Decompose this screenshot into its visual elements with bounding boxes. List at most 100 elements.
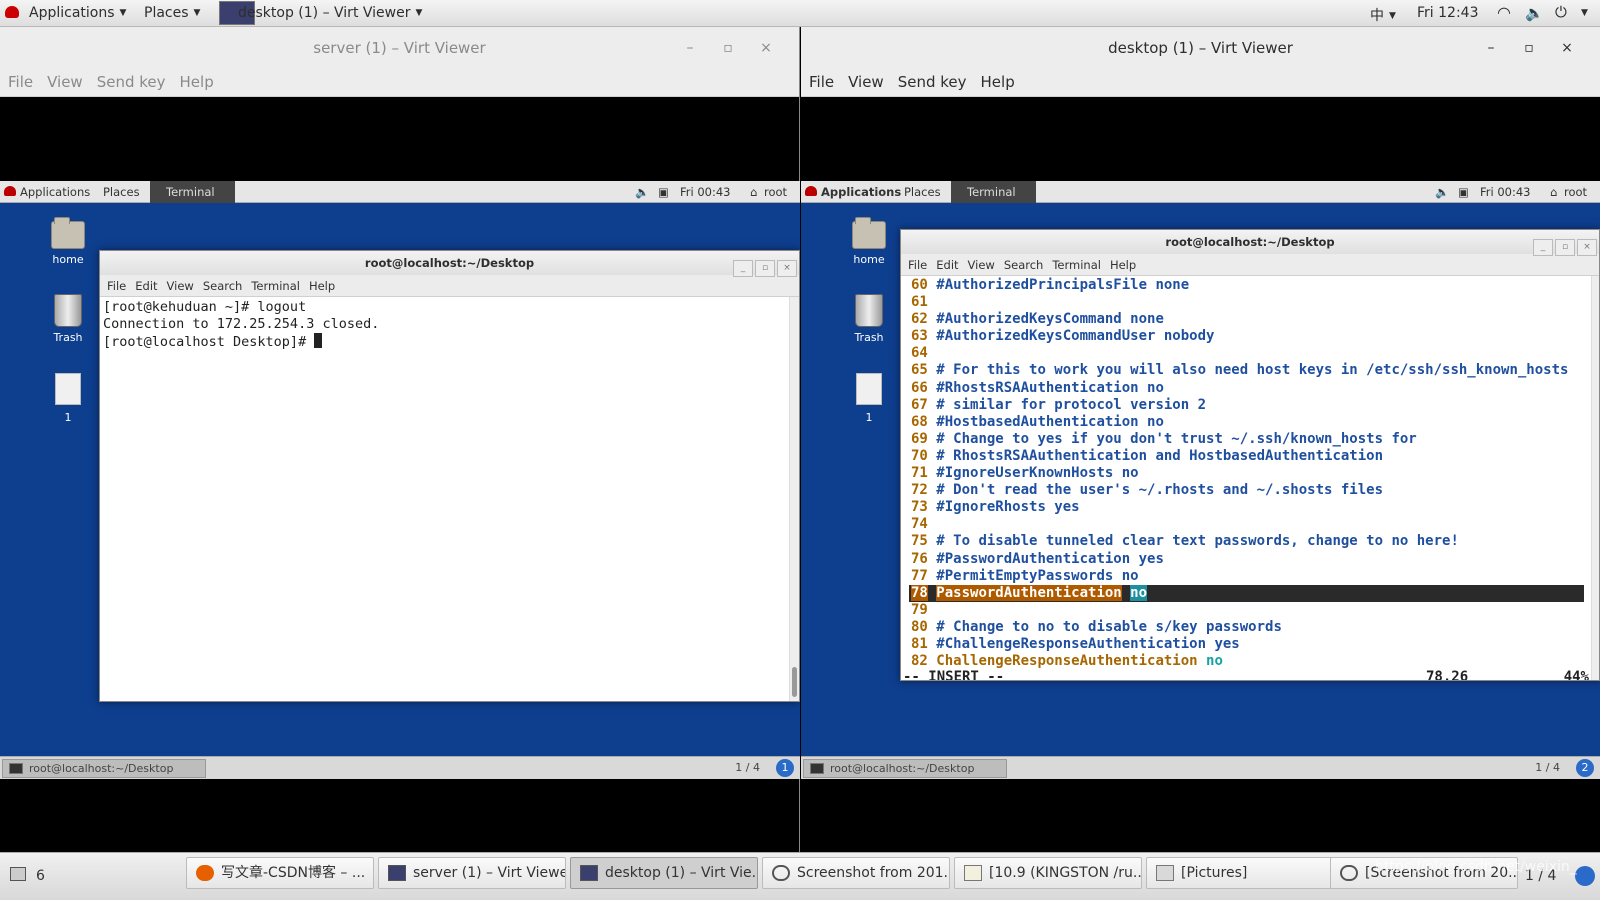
vim-line[interactable]: 76 #PasswordAuthentication yes [911,551,1599,568]
guest-applications-menu[interactable]: Applications [20,185,90,199]
minimize-button[interactable]: _ [733,260,753,277]
taskbar-server-viewer[interactable]: server (1) – Virt Viewer [378,857,566,889]
menu-help[interactable]: Help [1110,258,1136,272]
vim-line[interactable]: 75 # To disable tunneled clear text pass… [911,533,1599,550]
vim-line[interactable]: 69 # Change to yes if you don't trust ~/… [911,431,1599,448]
vim-line[interactable]: 64 [911,345,1599,362]
close-button[interactable]: × [747,27,785,69]
places-menu[interactable]: Places ▼ [144,5,200,21]
desktop-icon-home[interactable]: home [839,217,899,266]
minimize-button[interactable]: – [671,27,709,69]
desktop-icon-file[interactable]: 1 [38,373,98,424]
applications-menu[interactable]: Applications ▼ [29,5,126,21]
close-button[interactable]: × [1548,27,1586,69]
menu-help[interactable]: Help [981,69,1015,95]
notification-icon[interactable] [1575,866,1595,886]
vim-line[interactable]: 63 #AuthorizedKeysCommandUser nobody [911,328,1599,345]
maximize-button[interactable]: ▫ [709,27,747,69]
vim-line[interactable]: 68 #HostbasedAuthentication no [911,414,1599,431]
wifi-icon[interactable]: ◠ [1497,3,1511,22]
menu-help[interactable]: Help [180,69,214,95]
menu-view[interactable]: View [167,279,194,293]
maximize-button[interactable]: ▫ [1510,27,1548,69]
menu-edit[interactable]: Edit [936,258,958,272]
vim-line[interactable]: 77 #PermitEmptyPasswords no [911,568,1599,585]
taskbar-pictures[interactable]: [Pictures] [1146,857,1334,889]
guest-applications-menu[interactable]: Applications [821,185,901,199]
menu-view[interactable]: View [47,69,83,95]
vim-line[interactable]: 61 [911,294,1599,311]
terminal-content[interactable]: [root@kehuduan ~]# logout Connection to 1… [100,297,799,701]
notification-badge[interactable]: 2 [1576,759,1594,777]
close-button[interactable]: × [1577,239,1597,256]
guest-places-menu[interactable]: Places [904,185,941,199]
guest-clock[interactable]: Fri 00:43 [1480,185,1531,199]
guest-taskbar-item[interactable]: root@localhost:~/Desktop [2,759,206,778]
vim-line[interactable]: 66 #RhostsRSAAuthentication no [911,380,1599,397]
vim-line[interactable]: 81 #ChallengeResponseAuthentication yes [911,636,1599,653]
vim-line[interactable]: 67 # similar for protocol version 2 [911,397,1599,414]
guest-taskbar-item[interactable]: root@localhost:~/Desktop [803,759,1007,778]
guest-user-menu[interactable]: root [764,185,787,199]
minimize-button[interactable]: _ [1533,239,1553,256]
menu-file[interactable]: File [809,69,834,95]
volume-icon[interactable]: 🔈 [1435,185,1449,199]
menu-help[interactable]: Help [309,279,335,293]
vim-line[interactable]: 78 PasswordAuthentication no [909,584,1584,602]
menu-file[interactable]: File [107,279,126,293]
terminal-window[interactable]: root@localhost:~/Desktop _ ▫ × File Edit Vie… [99,250,800,702]
active-window-menu[interactable]: desktop (1) – Virt Viewer ▼ [238,5,422,21]
menu-search[interactable]: Search [203,279,243,293]
network-icon[interactable]: ▣ [658,185,669,199]
vim-editor[interactable]: 60 #AuthorizedPrincipalsFile none 61 62 #… [901,276,1599,680]
notification-badge[interactable]: 1 [776,759,794,777]
clock[interactable]: Fri 12:43 [1417,5,1478,21]
menu-terminal[interactable]: Terminal [251,279,300,293]
workspace-indicator[interactable]: 1 / 4 [735,761,760,774]
network-icon[interactable]: ▣ [1458,185,1469,199]
caret-down-icon[interactable]: ▼ [1576,5,1588,21]
minimize-button[interactable]: – [1472,27,1510,69]
menu-terminal[interactable]: Terminal [1052,258,1101,272]
vim-line[interactable]: 62 #AuthorizedKeysCommand none [911,311,1599,328]
menu-file[interactable]: File [908,258,927,272]
terminal-scrollbar[interactable] [789,297,799,701]
vim-line[interactable]: 73 #IgnoreRhosts yes [911,499,1599,516]
menu-view[interactable]: View [848,69,884,95]
taskbar-screenshot-1[interactable]: Screenshot from 201... [762,857,950,889]
show-desktop-button[interactable]: 6 [8,861,48,889]
menu-view[interactable]: View [968,258,995,272]
desktop-icon-home[interactable]: home [38,217,98,266]
desktop-icon-trash[interactable]: Trash [839,294,899,344]
desktop-icon-file[interactable]: 1 [839,373,899,424]
menu-edit[interactable]: Edit [135,279,157,293]
guest-clock[interactable]: Fri 00:43 [680,185,731,199]
terminal-scrollbar[interactable] [1591,276,1599,680]
maximize-button[interactable]: ▫ [755,260,775,277]
workspace-indicator[interactable]: 1 / 4 [1535,761,1560,774]
menu-file[interactable]: File [8,69,33,95]
menu-search[interactable]: Search [1004,258,1044,272]
terminal-window[interactable]: root@localhost:~/Desktop _ ▫ × File Edit Vie… [900,229,1600,681]
guest-user-menu[interactable]: root [1564,185,1587,199]
scrollbar-thumb[interactable] [792,667,797,697]
close-button[interactable]: × [777,260,797,277]
vim-line[interactable]: 70 # RhostsRSAAuthentication and Hostbas… [911,448,1599,465]
vim-line[interactable]: 80 # Change to no to disable s/key passw… [911,619,1599,636]
vim-line[interactable]: 72 # Don't read the user's ~/.rhosts and… [911,482,1599,499]
vim-line[interactable]: 65 # For this to work you will also need… [911,362,1599,379]
volume-icon[interactable]: 🔈 [635,185,649,199]
desktop-icon-trash[interactable]: Trash [38,294,98,344]
taskbar-firefox[interactable]: 写文章-CSDN博客 – ... [186,857,374,889]
vim-buffer[interactable]: 60 #AuthorizedPrincipalsFile none 61 62 #… [901,276,1599,670]
guest-places-menu[interactable]: Places [103,185,140,199]
power-icon[interactable]: ⏻ [1555,3,1567,21]
menu-send-key[interactable]: Send key [898,69,967,95]
taskbar-desktop-viewer[interactable]: desktop (1) – Virt Vie... [570,857,758,889]
taskbar-editor[interactable]: [10.9 (KINGSTON /ru... [954,857,1142,889]
maximize-button[interactable]: ▫ [1555,239,1575,256]
vim-line[interactable]: 71 #IgnoreUserKnownHosts no [911,465,1599,482]
vim-line[interactable]: 74 [911,516,1599,533]
input-method-indicator[interactable]: 中 ▼ [1370,5,1396,25]
menu-send-key[interactable]: Send key [97,69,166,95]
